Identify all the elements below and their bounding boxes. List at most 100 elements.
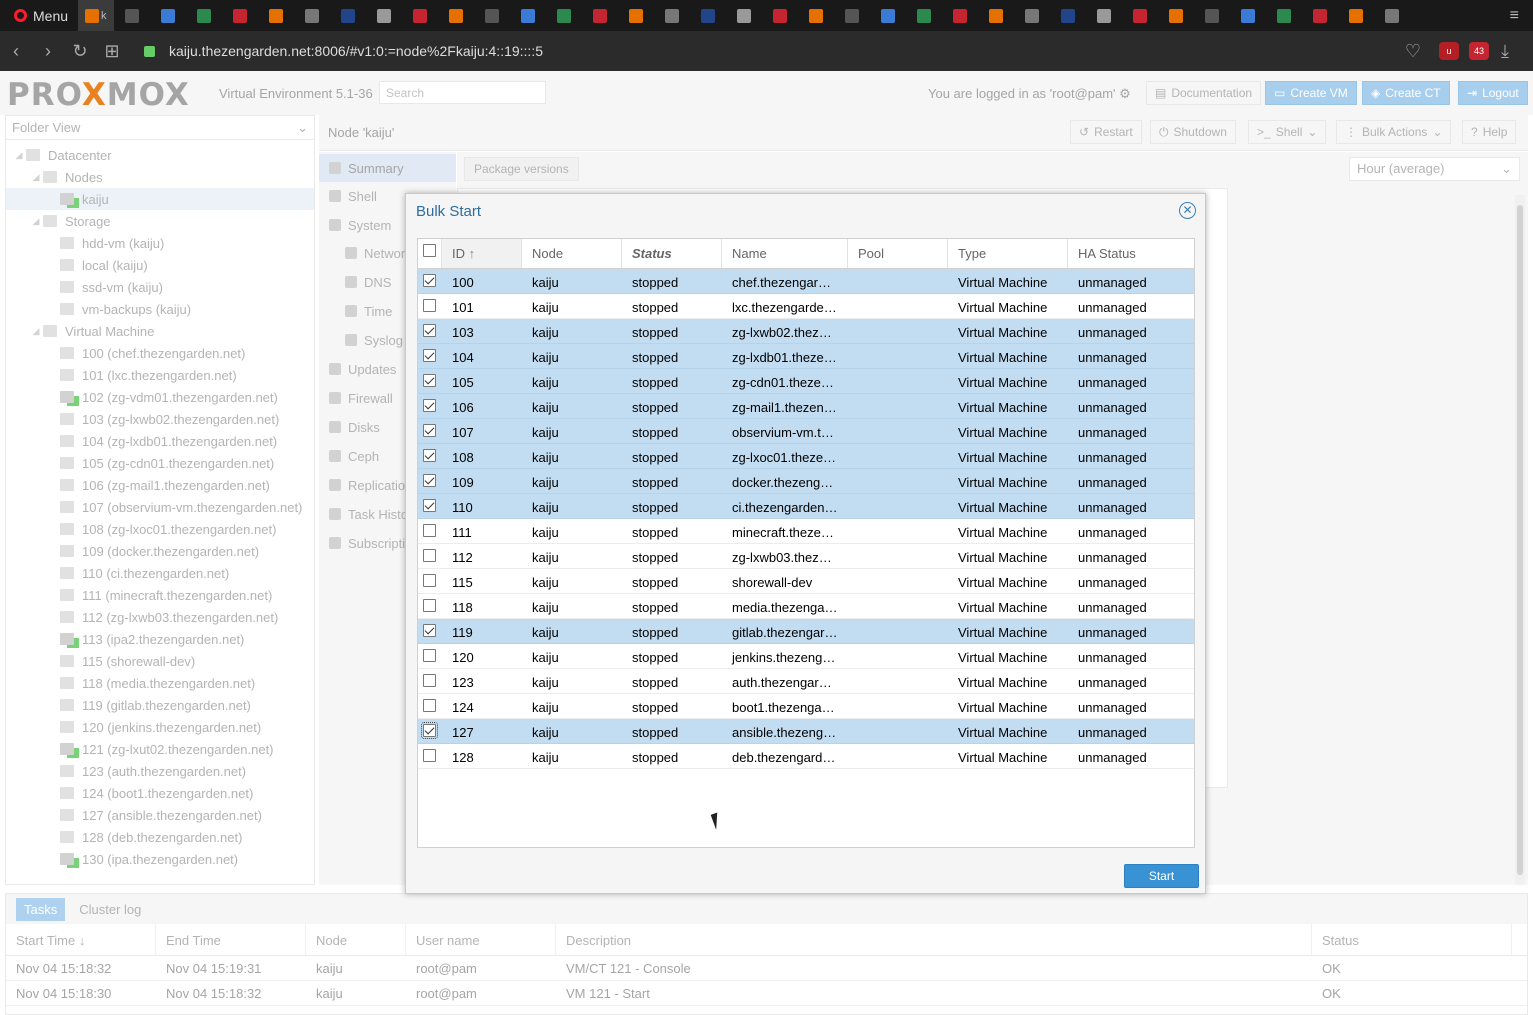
row-checkbox[interactable]: [418, 444, 442, 468]
browser-tab[interactable]: [330, 0, 366, 31]
browser-menu-button[interactable]: Menu: [4, 0, 78, 31]
vm-row[interactable]: 100 kaiju stopped chef.thezengar… Virtual Ma…: [418, 269, 1194, 294]
browser-tab[interactable]: [654, 0, 690, 31]
browser-tab[interactable]: [870, 0, 906, 31]
browser-tab[interactable]: [1158, 0, 1194, 31]
browser-tab[interactable]: [294, 0, 330, 31]
cell-pool: [848, 519, 948, 543]
ublock-extension-icon[interactable]: u: [1439, 42, 1459, 60]
browser-tab[interactable]: [1374, 0, 1410, 31]
row-checkbox[interactable]: [418, 369, 442, 393]
browser-tab[interactable]: [402, 0, 438, 31]
row-checkbox[interactable]: [418, 694, 442, 718]
browser-tab[interactable]: [834, 0, 870, 31]
browser-tab[interactable]: [510, 0, 546, 31]
vm-row[interactable]: 127 kaiju stopped ansible.thezeng… Virtual M…: [418, 719, 1194, 744]
reload-icon[interactable]: ↻: [64, 41, 96, 62]
vm-row[interactable]: 106 kaiju stopped zg-mail1.thezen… Virtual M…: [418, 394, 1194, 419]
browser-tab[interactable]: [726, 0, 762, 31]
browser-tab[interactable]: [1086, 0, 1122, 31]
browser-tab[interactable]: [258, 0, 294, 31]
vm-row[interactable]: 118 kaiju stopped media.thezenga… Virtual Ma…: [418, 594, 1194, 619]
col-id[interactable]: ID ↑: [442, 239, 522, 268]
select-all-checkbox[interactable]: [418, 239, 442, 268]
row-checkbox[interactable]: [418, 394, 442, 418]
tab-menu-icon[interactable]: ≡: [1496, 7, 1533, 25]
browser-tab-active[interactable]: ka: [78, 0, 115, 31]
col-status[interactable]: Status: [622, 239, 722, 268]
row-checkbox[interactable]: [418, 619, 442, 643]
browser-tab[interactable]: [1194, 0, 1230, 31]
row-checkbox[interactable]: [418, 719, 442, 743]
browser-tab[interactable]: [798, 0, 834, 31]
col-name[interactable]: Name: [722, 239, 848, 268]
col-ha-status[interactable]: HA Status: [1068, 239, 1194, 268]
browser-tab[interactable]: [546, 0, 582, 31]
start-button[interactable]: Start: [1124, 864, 1199, 888]
row-checkbox[interactable]: [418, 294, 442, 318]
browser-tab[interactable]: [1122, 0, 1158, 31]
browser-tab[interactable]: [906, 0, 942, 31]
browser-tab[interactable]: [114, 0, 150, 31]
row-checkbox[interactable]: [418, 269, 442, 293]
row-checkbox[interactable]: [418, 319, 442, 343]
row-checkbox[interactable]: [418, 469, 442, 493]
browser-tab[interactable]: [366, 0, 402, 31]
vm-row[interactable]: 108 kaiju stopped zg-lxoc01.theze… Virtual M…: [418, 444, 1194, 469]
extension-badge-icon[interactable]: 43: [1469, 42, 1489, 60]
vm-row[interactable]: 119 kaiju stopped gitlab.thezengar… Virtual …: [418, 619, 1194, 644]
browser-tab[interactable]: [762, 0, 798, 31]
vm-row[interactable]: 101 kaiju stopped lxc.thezengarde… Virtual M…: [418, 294, 1194, 319]
row-checkbox[interactable]: [418, 744, 442, 768]
browser-tab[interactable]: [438, 0, 474, 31]
row-checkbox[interactable]: [418, 519, 442, 543]
row-checkbox[interactable]: [418, 594, 442, 618]
row-checkbox[interactable]: [418, 344, 442, 368]
row-checkbox[interactable]: [418, 419, 442, 443]
browser-tab[interactable]: [582, 0, 618, 31]
row-checkbox[interactable]: [418, 569, 442, 593]
vm-row[interactable]: 123 kaiju stopped auth.thezengar… Virtual Ma…: [418, 669, 1194, 694]
row-checkbox[interactable]: [418, 669, 442, 693]
download-icon[interactable]: ⤓: [1489, 41, 1521, 62]
vm-row[interactable]: 110 kaiju stopped ci.thezengarden… Virtual M…: [418, 494, 1194, 519]
vm-row[interactable]: 107 kaiju stopped observium-vm.t… Virtual Ma…: [418, 419, 1194, 444]
vm-row[interactable]: 128 kaiju stopped deb.thezengard… Virtual Ma…: [418, 744, 1194, 769]
forward-icon[interactable]: ›: [32, 41, 64, 62]
vm-row[interactable]: 124 kaiju stopped boot1.thezenga… Virtual Ma…: [418, 694, 1194, 719]
browser-tab[interactable]: [1014, 0, 1050, 31]
speed-dial-icon[interactable]: ⊞: [96, 41, 128, 62]
bookmark-heart-icon[interactable]: ♡: [1397, 41, 1429, 62]
browser-tab[interactable]: [1302, 0, 1338, 31]
row-checkbox[interactable]: [418, 544, 442, 568]
back-icon[interactable]: ‹: [0, 41, 32, 62]
browser-tab[interactable]: [942, 0, 978, 31]
vm-row[interactable]: 115 kaiju stopped shorewall-dev Virtual Mach…: [418, 569, 1194, 594]
browser-tab[interactable]: [690, 0, 726, 31]
browser-tab[interactable]: [474, 0, 510, 31]
browser-tab[interactable]: [1050, 0, 1086, 31]
vm-row[interactable]: 112 kaiju stopped zg-lxwb03.thez… Virtual Ma…: [418, 544, 1194, 569]
browser-tab[interactable]: [1230, 0, 1266, 31]
vm-row[interactable]: 104 kaiju stopped zg-lxdb01.theze… Virtual M…: [418, 344, 1194, 369]
url-field[interactable]: kaiju.thezengarden.net:8006/#v1:0:=node%…: [169, 43, 543, 59]
browser-tab[interactable]: [618, 0, 654, 31]
vm-row[interactable]: 111 kaiju stopped minecraft.theze… Virtual M…: [418, 519, 1194, 544]
browser-tab[interactable]: [150, 0, 186, 31]
col-type[interactable]: Type: [948, 239, 1068, 268]
vm-row[interactable]: 105 kaiju stopped zg-cdn01.theze… Virtual Ma…: [418, 369, 1194, 394]
col-node[interactable]: Node: [522, 239, 622, 268]
browser-tab[interactable]: [1266, 0, 1302, 31]
row-checkbox[interactable]: [418, 644, 442, 668]
browser-tab[interactable]: [222, 0, 258, 31]
vm-row[interactable]: 120 kaiju stopped jenkins.thezeng… Virtual M…: [418, 644, 1194, 669]
browser-tab[interactable]: [1338, 0, 1374, 31]
browser-tab[interactable]: [186, 0, 222, 31]
vm-row[interactable]: 103 kaiju stopped zg-lxwb02.thez… Virtual Ma…: [418, 319, 1194, 344]
checkbox-empty-icon: [423, 574, 436, 587]
col-pool[interactable]: Pool: [848, 239, 948, 268]
row-checkbox[interactable]: [418, 494, 442, 518]
browser-tab[interactable]: [978, 0, 1014, 31]
close-icon[interactable]: ✕: [1179, 202, 1196, 219]
vm-row[interactable]: 109 kaiju stopped docker.thezeng… Virtual Ma…: [418, 469, 1194, 494]
